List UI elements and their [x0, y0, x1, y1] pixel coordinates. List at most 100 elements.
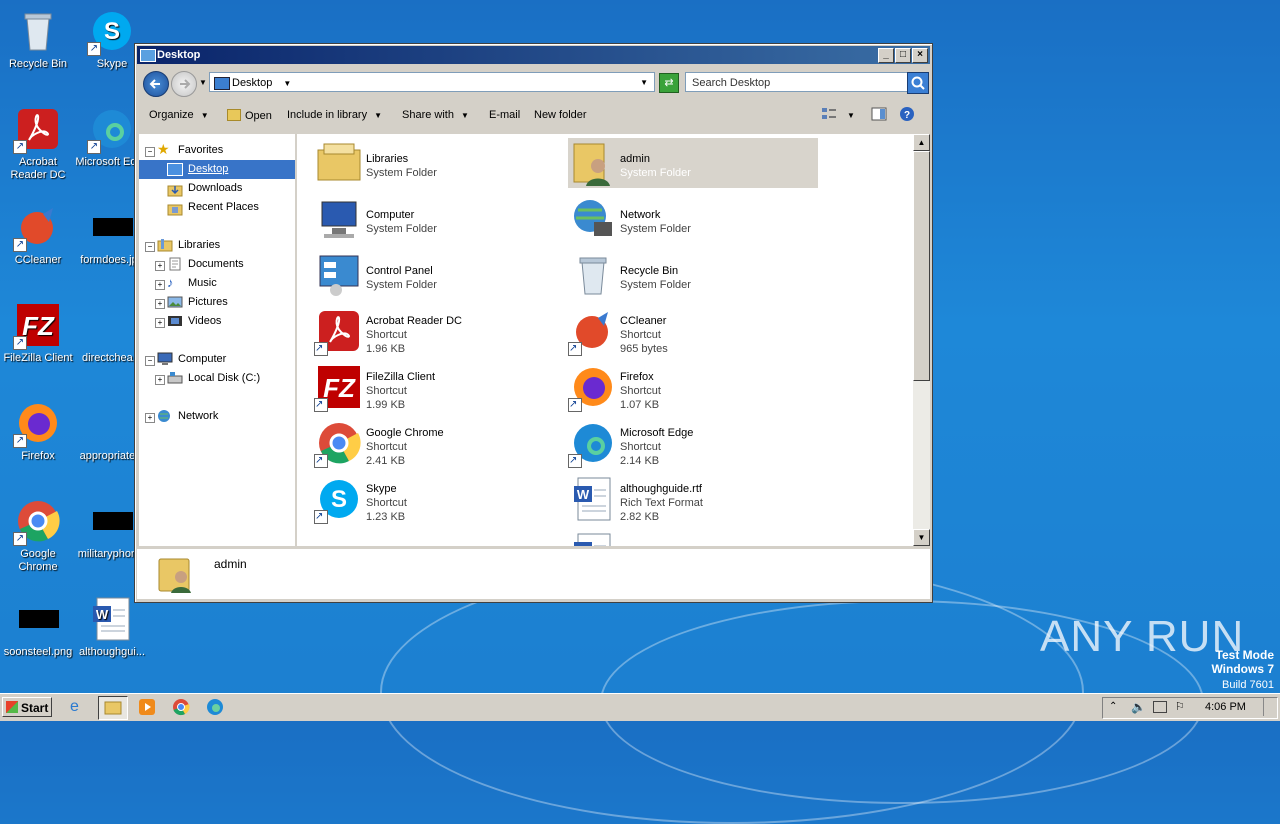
- desktop-icon-ccleaner[interactable]: ↗ CCleaner: [0, 204, 76, 267]
- expand-toggle[interactable]: +: [155, 318, 165, 328]
- view-options-button[interactable]: [821, 107, 837, 124]
- desktop-icon-acrobat[interactable]: ↗ Acrobat Reader DC: [0, 106, 76, 182]
- address-chevron-icon[interactable]: ▼: [283, 79, 291, 88]
- ie-icon[interactable]: e: [70, 698, 90, 716]
- desktop-icon-firefox[interactable]: ↗ Firefox: [0, 400, 76, 463]
- volume-icon[interactable]: 🔈: [1131, 700, 1146, 714]
- desktop-icon-chrome[interactable]: ↗ Google Chrome: [0, 498, 76, 574]
- expand-toggle[interactable]: +: [145, 413, 155, 423]
- file-name: Libraries: [366, 153, 409, 165]
- search-input[interactable]: Search Desktop: [685, 72, 927, 92]
- nav-network[interactable]: Network: [178, 407, 218, 425]
- open-button[interactable]: Open: [227, 109, 272, 122]
- nav-desktop[interactable]: Desktop: [188, 160, 228, 178]
- address-field[interactable]: Desktop ▼ ▼: [209, 72, 655, 92]
- search-button[interactable]: [907, 72, 929, 94]
- expand-toggle[interactable]: +: [155, 375, 165, 385]
- file-item[interactable]: Walthoughguide.rtf Rich Text Format 2.82 K…: [568, 474, 818, 524]
- network-tray-icon[interactable]: [1153, 701, 1167, 713]
- collapse-toggle[interactable]: −: [145, 147, 155, 157]
- file-item[interactable]: ↗ Microsoft Edge Shortcut 2.14 KB: [568, 418, 818, 468]
- include-in-library-button[interactable]: Include in library ▼: [287, 109, 382, 121]
- explorer-taskbar-button[interactable]: [98, 696, 128, 720]
- refresh-icon[interactable]: ⇄: [659, 73, 679, 93]
- file-item[interactable]: ↗ CCleaner Shortcut 965 bytes: [568, 306, 818, 356]
- file-item[interactable]: appropriatedifficult.png: [314, 530, 564, 546]
- collapse-toggle[interactable]: −: [145, 242, 155, 252]
- nav-libraries[interactable]: Libraries: [178, 236, 220, 254]
- computer-icon: [316, 196, 362, 242]
- nav-computer[interactable]: Computer: [178, 350, 226, 368]
- desktop-icon-recycle-bin[interactable]: Recycle Bin: [0, 8, 76, 71]
- address-history-chevron-icon[interactable]: ▼: [640, 73, 648, 93]
- edge-icon[interactable]: [206, 698, 224, 716]
- file-item[interactable]: ↗ Acrobat Reader DC Shortcut 1.96 KB: [314, 306, 564, 356]
- expand-toggle[interactable]: +: [155, 280, 165, 290]
- minimize-button[interactable]: _: [878, 48, 894, 63]
- scroll-thumb[interactable]: [913, 151, 930, 381]
- file-name: admin: [620, 153, 650, 165]
- file-type: System Folder: [366, 223, 437, 235]
- desktop-icon-image-file[interactable]: soonsteel.png: [0, 596, 76, 659]
- svg-text:?: ?: [904, 110, 910, 121]
- chrome-icon[interactable]: [172, 698, 190, 716]
- desktop-icon-label: Recycle Bin: [8, 58, 68, 70]
- nav-documents[interactable]: Documents: [188, 255, 244, 273]
- recent-pages-chevron-icon[interactable]: ▼: [199, 78, 207, 87]
- maximize-button[interactable]: □: [895, 48, 911, 63]
- nav-recent-places[interactable]: Recent Places: [188, 198, 259, 216]
- organize-button[interactable]: Organize ▼: [149, 109, 209, 121]
- file-item[interactable]: ↗ Google Chrome Shortcut 2.41 KB: [314, 418, 564, 468]
- scroll-up-button[interactable]: ▲: [913, 134, 930, 151]
- desktop-icon-label: Google Chrome: [18, 548, 58, 573]
- network-icon: [570, 196, 616, 242]
- file-item[interactable]: Libraries System Folder: [314, 138, 564, 188]
- start-button[interactable]: Start: [2, 697, 52, 717]
- file-item[interactable]: Network System Folder: [568, 194, 818, 244]
- view-chevron-icon[interactable]: ▼: [847, 111, 855, 120]
- action-center-flag-icon[interactable]: ⚐: [1175, 700, 1185, 713]
- file-item[interactable]: S ↗ Skype Shortcut 1.23 KB: [314, 474, 564, 524]
- file-item[interactable]: Control Panel System Folder: [314, 250, 564, 300]
- file-item[interactable]: ↗ Firefox Shortcut 1.07 KB: [568, 362, 818, 412]
- svg-text:W: W: [577, 543, 590, 546]
- nav-favorites[interactable]: Favorites: [178, 141, 223, 159]
- expand-toggle[interactable]: +: [155, 261, 165, 271]
- clock[interactable]: 4:06 PM: [1205, 701, 1246, 713]
- expand-toggle[interactable]: +: [155, 299, 165, 309]
- title-bar[interactable]: Desktop _ □ ×: [137, 46, 930, 64]
- file-item[interactable]: Computer System Folder: [314, 194, 564, 244]
- media-player-icon[interactable]: [138, 698, 156, 716]
- share-with-button[interactable]: Share with ▼: [402, 109, 469, 121]
- collapse-toggle[interactable]: −: [145, 356, 155, 366]
- file-item[interactable]: FZ ↗ FileZilla Client Shortcut 1.99 KB: [314, 362, 564, 412]
- new-folder-button[interactable]: New folder: [534, 109, 587, 121]
- nav-local-disk[interactable]: Local Disk (C:): [188, 369, 260, 387]
- test-mode-label: Test Mode: [1215, 648, 1274, 662]
- scroll-down-button[interactable]: ▼: [913, 529, 930, 546]
- desktop-icon-label: Acrobat Reader DC: [10, 156, 66, 181]
- desktop-icon-filezilla[interactable]: FZ ↗ FileZilla Client: [0, 302, 76, 365]
- preview-pane-button[interactable]: [871, 107, 887, 124]
- chevron-down-icon: ▼: [461, 111, 469, 120]
- nav-videos[interactable]: Videos: [188, 312, 221, 330]
- vertical-scrollbar[interactable]: ▲ ▼: [913, 134, 930, 546]
- file-item[interactable]: Recycle Bin System Folder: [568, 250, 818, 300]
- show-hidden-icons-icon[interactable]: ⌃: [1109, 701, 1117, 712]
- back-button[interactable]: [143, 71, 169, 97]
- acrobat-icon: ↗: [13, 106, 61, 154]
- email-button[interactable]: E-mail: [489, 109, 520, 121]
- nav-music[interactable]: Music: [188, 274, 217, 292]
- nav-downloads[interactable]: Downloads: [188, 179, 242, 197]
- file-item[interactable]: Wcalleddelivery.rtf: [568, 530, 818, 546]
- help-button[interactable]: ?: [899, 106, 915, 125]
- file-item[interactable]: admin System Folder: [568, 138, 818, 188]
- chrome-icon: ↗: [314, 420, 362, 468]
- windows-version-label: Windows 7: [1211, 662, 1274, 676]
- close-button[interactable]: ×: [912, 48, 928, 63]
- recycle-bin-icon: [15, 8, 61, 54]
- nav-pictures[interactable]: Pictures: [188, 293, 228, 311]
- forward-button[interactable]: [171, 71, 197, 97]
- desktop-icon-word-doc[interactable]: Walthoughgui...: [74, 596, 150, 659]
- show-desktop-button[interactable]: [1263, 698, 1274, 716]
